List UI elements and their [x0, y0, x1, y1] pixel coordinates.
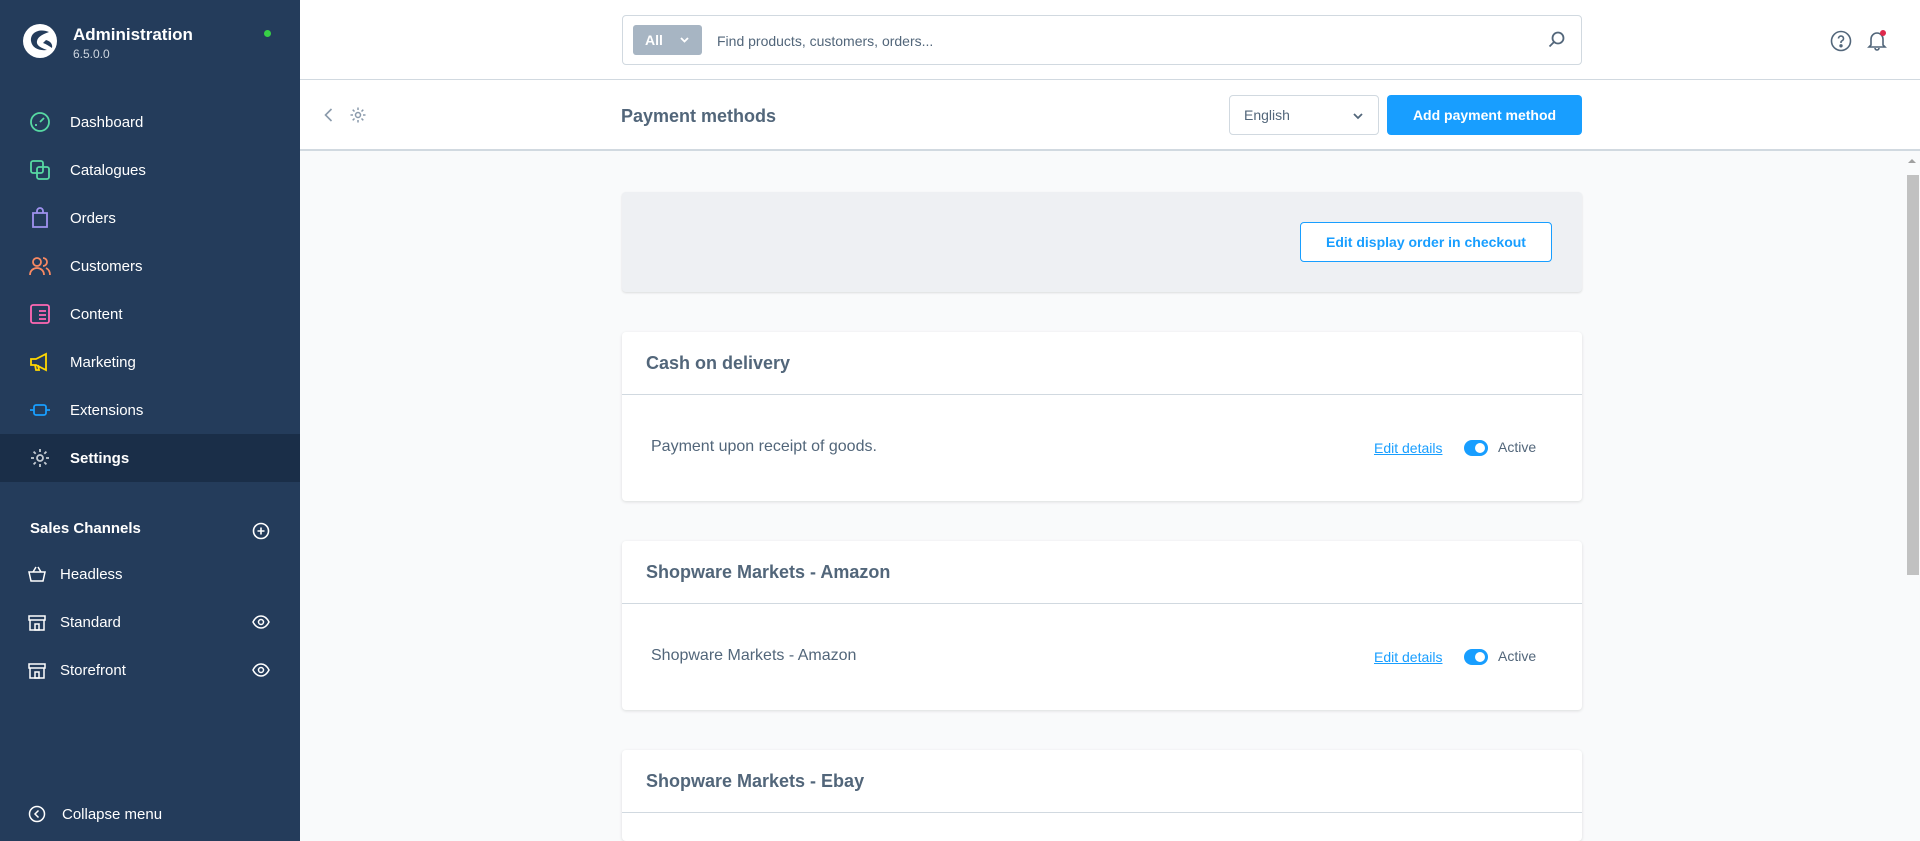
megaphone-icon: [28, 350, 52, 374]
plug-icon: [28, 398, 52, 422]
notification-bell-icon[interactable]: [1866, 29, 1888, 51]
collapse-menu-button[interactable]: Collapse menu: [28, 804, 162, 824]
payment-method-body: Payment upon receipt of goods. Edit deta…: [622, 395, 1582, 501]
back-arrow-icon[interactable]: [320, 106, 338, 124]
brand: Administration 6.5.0.0: [22, 22, 282, 72]
sales-channel-label: Headless: [60, 565, 123, 583]
sales-channel-label: Storefront: [60, 661, 126, 679]
nav-item-settings[interactable]: Settings: [0, 434, 300, 482]
page-title: Payment methods: [621, 106, 777, 126]
language-select-value: English: [1244, 107, 1290, 123]
payment-method-card: Shopware Markets - Amazon Shopware Marke…: [622, 541, 1582, 710]
brand-title: Administration: [73, 25, 193, 44]
storefront-icon: [28, 615, 46, 631]
bag-icon: [28, 206, 52, 230]
global-search: All: [622, 15, 1582, 65]
sales-channel-label: Standard: [60, 613, 121, 631]
add-circle-icon[interactable]: [252, 522, 270, 540]
nav-item-catalogues[interactable]: Catalogues: [0, 146, 300, 194]
payment-method-description: Shopware Markets - Amazon: [651, 647, 857, 664]
active-label: Active: [1498, 439, 1537, 455]
nav-label: Extensions: [70, 401, 144, 419]
eye-icon[interactable]: [252, 661, 270, 679]
chevron-left-circle-icon: [28, 805, 46, 823]
payment-method-name: Shopware Markets - Ebay: [622, 750, 1582, 813]
active-toggle[interactable]: [1464, 649, 1488, 665]
scroll-up-arrow-icon[interactable]: [1908, 157, 1916, 165]
brand-version: 6.5.0.0: [73, 47, 110, 61]
sales-channels-title: Sales Channels: [30, 520, 141, 537]
payment-method-body: Shopware Markets - Amazon Edit details A…: [622, 604, 1582, 710]
chevron-down-icon: [680, 37, 689, 43]
add-payment-method-button[interactable]: Add payment method: [1387, 95, 1582, 135]
search-type-select[interactable]: All: [633, 25, 702, 55]
status-dot: [264, 30, 271, 37]
help-icon[interactable]: [1830, 30, 1852, 52]
catalogue-icon: [28, 158, 52, 182]
sales-channel-standard[interactable]: Standard: [0, 598, 300, 646]
nav-label: Settings: [70, 449, 130, 467]
nav-item-marketing[interactable]: Marketing: [0, 338, 300, 386]
main-nav: Dashboard Catalogues Orders Customers Co…: [0, 98, 300, 482]
gear-icon: [28, 446, 52, 470]
eye-icon[interactable]: [252, 613, 270, 631]
collapse-menu-label: Collapse menu: [62, 805, 163, 823]
nav-item-extensions[interactable]: Extensions: [0, 386, 300, 434]
nav-label: Content: [70, 305, 123, 323]
search-icon[interactable]: [1547, 30, 1567, 50]
nav-item-customers[interactable]: Customers: [0, 242, 300, 290]
nav-label: Catalogues: [70, 161, 146, 179]
active-label: Active: [1498, 648, 1537, 664]
nav-item-dashboard[interactable]: Dashboard: [0, 98, 300, 146]
nav-label: Customers: [70, 257, 143, 275]
edit-details-link[interactable]: Edit details: [1374, 649, 1442, 665]
payment-method-card: Shopware Markets - Ebay: [622, 750, 1582, 841]
search-input[interactable]: [717, 28, 1497, 54]
content-icon: [28, 302, 52, 326]
dashboard-icon: [28, 110, 52, 134]
language-select[interactable]: English: [1229, 95, 1379, 135]
payment-method-description: Payment upon receipt of goods.: [651, 438, 877, 455]
scroll-thumb[interactable]: [1907, 175, 1919, 575]
edit-display-order-button[interactable]: Edit display order in checkout: [1300, 222, 1552, 262]
active-toggle[interactable]: [1464, 440, 1488, 456]
payment-method-name: Shopware Markets - Amazon: [622, 541, 1582, 604]
nav-item-content[interactable]: Content: [0, 290, 300, 338]
smart-bar: Payment methods English Add payment meth…: [300, 80, 1920, 151]
nav-label: Marketing: [70, 353, 136, 371]
basket-icon: [28, 566, 46, 582]
sales-channel-storefront[interactable]: Storefront: [0, 646, 300, 694]
search-type-label: All: [645, 32, 663, 48]
shopware-logo: [23, 24, 57, 58]
nav-label: Orders: [70, 209, 116, 227]
admin-sidebar: Administration 6.5.0.0 Dashboard Catalog…: [0, 0, 300, 841]
payment-method-name: Cash on delivery: [622, 332, 1582, 395]
sales-channels-header: Sales Channels: [30, 520, 270, 542]
content-scrollbar[interactable]: [1904, 157, 1920, 841]
storefront-icon: [28, 663, 46, 679]
main-content: Edit display order in checkout Cash on d…: [300, 151, 1920, 841]
nav-label: Dashboard: [70, 113, 144, 131]
sales-channel-headless[interactable]: Headless: [0, 550, 300, 598]
edit-details-link[interactable]: Edit details: [1374, 440, 1442, 456]
users-icon: [28, 254, 52, 278]
top-bar: All: [300, 0, 1920, 80]
sales-channel-list: Headless Standard Storefront: [0, 550, 300, 694]
chevron-down-icon: [1353, 113, 1363, 120]
nav-item-orders[interactable]: Orders: [0, 194, 300, 242]
display-order-toolbar: Edit display order in checkout: [622, 192, 1582, 292]
payment-method-card: Cash on delivery Payment upon receipt of…: [622, 332, 1582, 501]
gear-icon[interactable]: [349, 106, 367, 124]
